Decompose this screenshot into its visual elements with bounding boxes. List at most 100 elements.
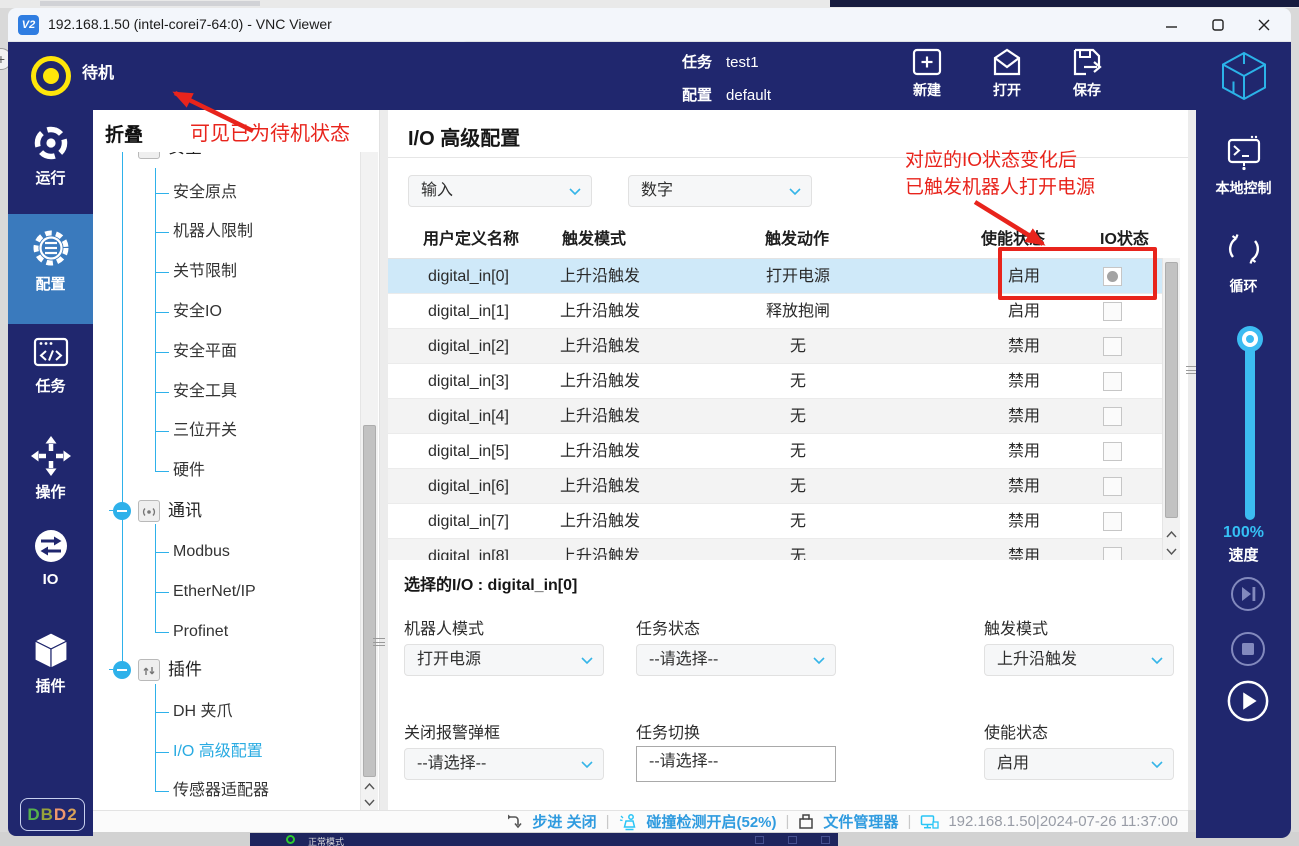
tree-item-2[interactable]: 关节限制: [173, 260, 237, 284]
table-row[interactable]: digital_in[5]上升沿触发无禁用: [388, 434, 1162, 469]
cycle-loop-icon: [1221, 226, 1267, 272]
stop-button[interactable]: [1226, 627, 1270, 671]
file-manager-button[interactable]: 文件管理器: [823, 811, 898, 832]
collapse-expander-icon[interactable]: [113, 661, 131, 679]
task-switch-field[interactable]: --请选择--: [636, 746, 836, 782]
speed-slider-thumb[interactable]: [1237, 326, 1263, 352]
tree-item-0-1[interactable]: EtherNet/IP: [173, 580, 256, 604]
nav-badge[interactable]: DBD2: [20, 798, 85, 831]
table-row[interactable]: digital_in[7]上升沿触发无禁用: [388, 504, 1162, 539]
open-button[interactable]: 打开: [979, 46, 1035, 100]
io-name-cell: digital_in[7]: [428, 504, 509, 539]
tree-item-3[interactable]: 安全IO: [173, 300, 222, 324]
play-icon: [1226, 678, 1270, 724]
trigger-mode-dropdown[interactable]: 上升沿触发: [984, 644, 1174, 676]
nav-badge-letter: D: [54, 805, 67, 824]
trigger-action-cell: 无: [638, 504, 958, 539]
tree-item-7[interactable]: 硬件: [173, 459, 205, 483]
new-button[interactable]: 新建: [899, 46, 955, 100]
minimize-button[interactable]: [1149, 8, 1195, 41]
save-button[interactable]: 保存: [1059, 46, 1115, 100]
nav-badge-letter: 2: [67, 805, 77, 824]
robot-mode-dropdown[interactable]: 打开电源: [404, 644, 604, 676]
sidebar-item-io[interactable]: IO: [8, 524, 93, 616]
tree-scroll-up-button[interactable]: [361, 778, 378, 794]
io-state-checkbox[interactable]: [1103, 442, 1122, 461]
sidebar-item-operate[interactable]: 操作: [8, 434, 93, 526]
skip-next-icon: [1228, 574, 1268, 614]
table-scrollbar-thumb[interactable]: [1165, 262, 1178, 518]
io-state-checkbox[interactable]: [1103, 547, 1122, 560]
io-state-checkbox[interactable]: [1103, 372, 1122, 391]
table-row[interactable]: digital_in[8]上升沿触发无禁用: [388, 539, 1162, 560]
table-scrollbar[interactable]: [1162, 258, 1180, 560]
trigger-action-cell: 无: [638, 329, 958, 364]
tree-item-4[interactable]: 安全平面: [173, 340, 237, 364]
speed-slider[interactable]: [1245, 330, 1255, 520]
tree-item-6[interactable]: 三位开关: [173, 419, 237, 443]
page-title: I/O 高级配置: [408, 122, 520, 151]
table-row[interactable]: digital_in[6]上升沿触发无禁用: [388, 469, 1162, 504]
sidebar-item-label: 任务: [8, 375, 93, 396]
close-icon: [1258, 19, 1270, 31]
tree-splitter[interactable]: [380, 110, 388, 810]
io-name-cell: digital_in[3]: [428, 364, 509, 399]
local-control-button[interactable]: 本地控制: [1196, 134, 1291, 198]
sidebar-item-config[interactable]: 配置: [8, 214, 93, 324]
tree-item-5[interactable]: 安全工具: [173, 380, 237, 404]
tree-scrollbar-thumb[interactable]: [363, 425, 376, 777]
table-row[interactable]: digital_in[4]上升沿触发无禁用: [388, 399, 1162, 434]
sidebar-item-run[interactable]: 运行: [8, 122, 93, 214]
plugin-cube-icon: [29, 630, 73, 672]
tree-item-0-0[interactable]: Modbus: [173, 540, 230, 564]
collision-detect-status[interactable]: 碰撞检测开启(52%): [647, 811, 777, 832]
table-row[interactable]: digital_in[3]上升沿触发无禁用: [388, 364, 1162, 399]
tree-item-1[interactable]: 机器人限制: [173, 220, 253, 244]
table-scroll-up-button[interactable]: [1163, 526, 1180, 542]
signal-type-dropdown[interactable]: 数字: [628, 175, 812, 207]
table-row[interactable]: digital_in[2]上升沿触发无禁用: [388, 329, 1162, 364]
tree-item-0[interactable]: 安全原点: [173, 181, 237, 205]
trigger-action-cell: 无: [638, 469, 958, 504]
io-name-cell: digital_in[4]: [428, 399, 509, 434]
left-nav: 运行 配置 任务: [8, 110, 93, 836]
close-button[interactable]: [1241, 8, 1287, 41]
right-splitter[interactable]: [1188, 110, 1196, 810]
tree-item-1-2[interactable]: 传感器适配器: [173, 779, 269, 803]
maximize-button[interactable]: [1195, 8, 1241, 41]
io-state-checkbox[interactable]: [1103, 337, 1122, 356]
tree-item-1-1[interactable]: I/O 高级配置: [173, 740, 263, 764]
io-state-checkbox[interactable]: [1103, 512, 1122, 531]
sidebar-item-task[interactable]: 任务: [8, 332, 93, 424]
network-connection-icon: [920, 814, 939, 830]
play-button[interactable]: [1226, 679, 1270, 723]
io-arrows-icon: [29, 524, 73, 568]
io-type-dropdown[interactable]: 输入: [408, 175, 592, 207]
task-state-dropdown[interactable]: --请选择--: [636, 644, 836, 676]
io-state-checkbox[interactable]: [1103, 477, 1122, 496]
enable-state-dropdown[interactable]: 启用: [984, 748, 1174, 780]
sidebar-item-plugin[interactable]: 插件: [8, 630, 93, 722]
io-state-checkbox[interactable]: [1103, 407, 1122, 426]
trigger-action-cell: 打开电源: [638, 259, 958, 294]
tree-scroll-down-button[interactable]: [361, 794, 378, 810]
table-row[interactable]: digital_in[0]上升沿触发打开电源启用: [388, 259, 1162, 294]
io-state-checkbox[interactable]: [1103, 302, 1122, 321]
collapse-expander-icon[interactable]: [113, 502, 131, 520]
tree-item-1-0[interactable]: DH 夹爪: [173, 700, 233, 724]
step-mode-status[interactable]: 步进 关闭: [532, 811, 596, 832]
table-row[interactable]: digital_in[1]上升沿触发释放抱闸启用: [388, 294, 1162, 329]
cycle-button[interactable]: 循环: [1196, 226, 1291, 296]
background-artifact: [830, 0, 1299, 7]
splitter-grip[interactable]: [373, 638, 385, 646]
tree-scrollbar[interactable]: [360, 152, 378, 810]
chevron-down-icon: [581, 761, 593, 769]
io-state-checkbox[interactable]: [1103, 267, 1122, 286]
robot-mode-label: 机器人模式: [404, 615, 484, 639]
terminal-icon: [1222, 134, 1266, 174]
table-scroll-down-button[interactable]: [1163, 543, 1180, 559]
step-next-button[interactable]: [1226, 572, 1270, 616]
close-alarm-dropdown[interactable]: --请选择--: [404, 748, 604, 780]
collapse-button[interactable]: 折叠: [105, 120, 143, 147]
tree-item-0-2[interactable]: Profinet: [173, 620, 228, 644]
